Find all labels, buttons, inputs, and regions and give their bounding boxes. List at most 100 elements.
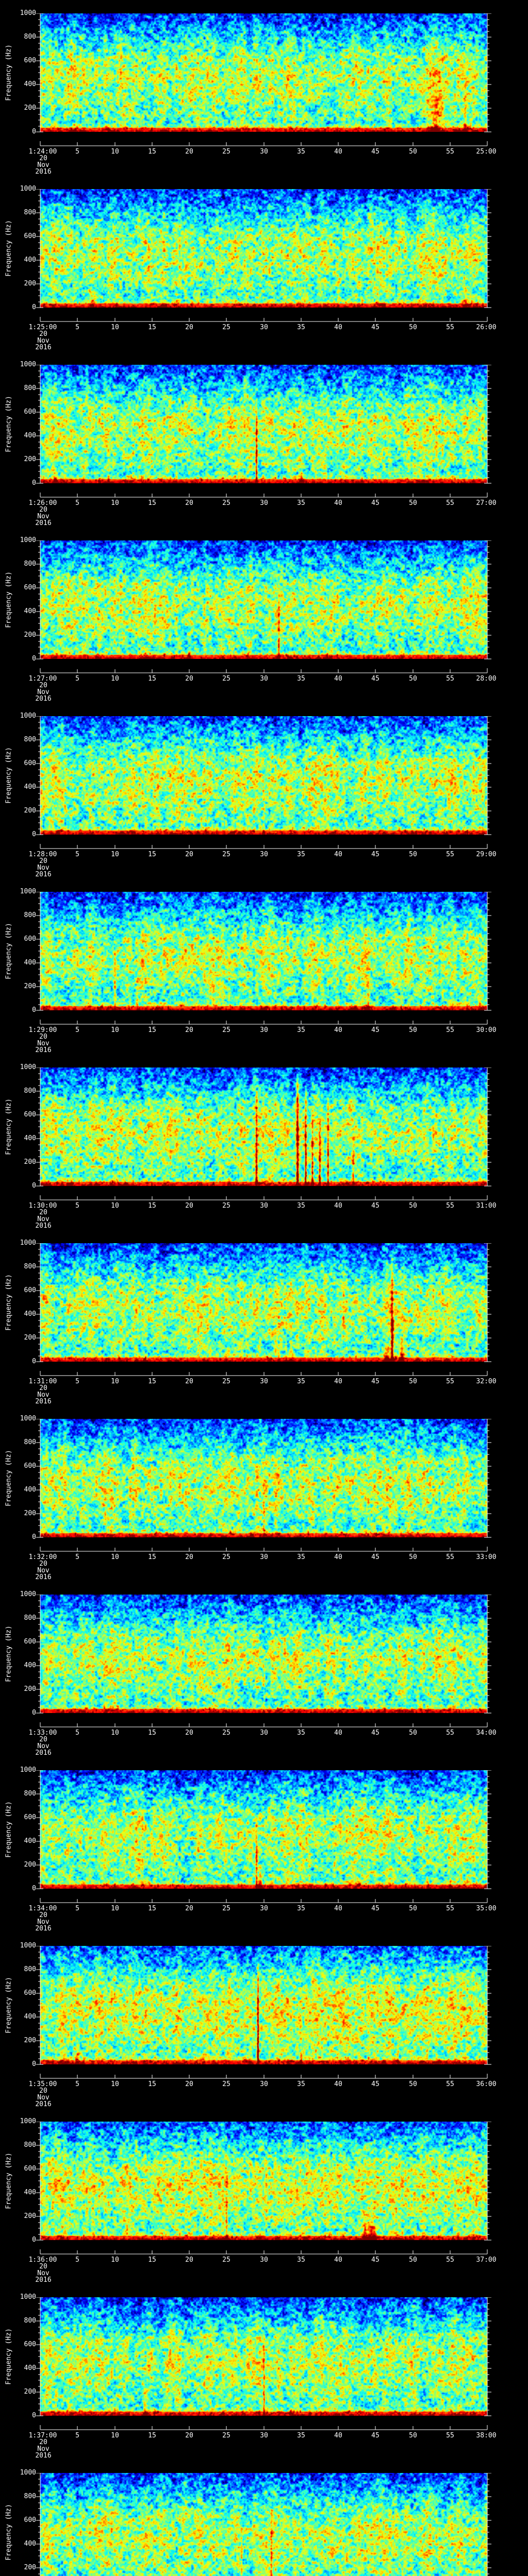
x-tick-label: 55 bbox=[446, 1026, 454, 1034]
x-tick-label: 40 bbox=[334, 1026, 342, 1034]
y-tick-label: 200 bbox=[24, 2388, 36, 2396]
x-tick-label: 10 bbox=[111, 148, 119, 156]
y-tick-label: 800 bbox=[24, 33, 36, 41]
x-tick-label: 55 bbox=[446, 1905, 454, 1912]
spectrogram-canvas bbox=[40, 2473, 487, 2576]
y-tick-label: 600 bbox=[24, 2165, 36, 2173]
x-tick-label: 30 bbox=[260, 2080, 268, 2088]
y-tick-label: 800 bbox=[24, 384, 36, 392]
x-tick-label: 40 bbox=[334, 1378, 342, 1385]
y-tick-label: 0 bbox=[32, 2236, 36, 2244]
x-axis-date-line: 2016 bbox=[35, 1046, 52, 1054]
x-tick-label: 45 bbox=[371, 2432, 380, 2439]
x-axis-date-line: 2016 bbox=[35, 1573, 52, 1581]
x-axis-date-line: 2016 bbox=[35, 1398, 52, 1405]
y-tick-label: 800 bbox=[24, 2493, 36, 2500]
spectrogram-canvas bbox=[40, 1595, 487, 1713]
x-tick-label: 40 bbox=[334, 2080, 342, 2088]
x-axis-end-time: 36:00 bbox=[476, 2080, 497, 2088]
x-tick-label: 10 bbox=[111, 499, 119, 507]
x-tick-label: 25 bbox=[222, 1202, 230, 1210]
x-tick-label: 35 bbox=[297, 1026, 305, 1034]
x-tick-label: 40 bbox=[334, 2256, 342, 2264]
y-tick-label: 1000 bbox=[20, 712, 36, 720]
x-axis-date-line: 2016 bbox=[35, 2276, 52, 2284]
spectrogram-panel: Frequency (Hz) 1000 800 600 400 200 0 1:25:00 5 1… bbox=[0, 185, 528, 365]
x-tick-label: 10 bbox=[111, 1729, 119, 1737]
x-axis-date-line: 2016 bbox=[35, 2452, 52, 2460]
x-tick-label: 30 bbox=[260, 1202, 268, 1210]
x-tick-label: 15 bbox=[148, 1905, 156, 1912]
x-axis-end-time: 38:00 bbox=[476, 2432, 497, 2439]
x-tick-label: 15 bbox=[148, 851, 156, 858]
x-tick-label: 20 bbox=[185, 148, 193, 156]
x-tick-label: 50 bbox=[409, 675, 417, 683]
y-axis-title: Frequency (Hz) bbox=[5, 2153, 13, 2209]
x-tick-label: 55 bbox=[446, 2080, 454, 2088]
x-tick-label: 45 bbox=[371, 499, 380, 507]
x-tick-label: 25 bbox=[222, 1905, 230, 1912]
spectrogram-canvas bbox=[40, 1067, 487, 1186]
x-tick-label: 30 bbox=[260, 1729, 268, 1737]
x-axis-date-line: 2016 bbox=[35, 871, 52, 878]
x-tick-label: 45 bbox=[371, 2080, 380, 2088]
x-tick-label: 25 bbox=[222, 1729, 230, 1737]
spectrogram-canvas bbox=[40, 716, 487, 835]
y-tick-label: 1000 bbox=[20, 2293, 36, 2301]
y-tick-label: 0 bbox=[32, 128, 36, 135]
x-tick-label: 15 bbox=[148, 2256, 156, 2264]
spectrogram-panel: Frequency (Hz) 1000 800 600 400 200 0 1:37:00 5 1… bbox=[0, 2293, 528, 2473]
y-tick-label: 800 bbox=[24, 2141, 36, 2149]
x-tick-label: 5 bbox=[75, 675, 79, 683]
x-tick-label: 40 bbox=[334, 2432, 342, 2439]
x-tick-label: 5 bbox=[75, 499, 79, 507]
y-tick-label: 1000 bbox=[20, 185, 36, 193]
y-tick-label: 1000 bbox=[20, 888, 36, 895]
y-tick-label: 1000 bbox=[20, 1063, 36, 1071]
y-tick-label: 600 bbox=[24, 1814, 36, 1821]
spectrogram-panel: Frequency (Hz) 1000 800 600 400 200 0 1:29:00 5 1… bbox=[0, 888, 528, 1067]
y-tick-label: 800 bbox=[24, 1614, 36, 1622]
x-tick-label: 25 bbox=[222, 675, 230, 683]
x-tick-label: 5 bbox=[75, 324, 79, 331]
x-tick-label: 40 bbox=[334, 324, 342, 331]
x-tick-label: 45 bbox=[371, 675, 380, 683]
x-tick-label: 35 bbox=[297, 1905, 305, 1912]
y-tick-label: 1000 bbox=[20, 1590, 36, 1598]
spectrogram-panel: Frequency (Hz) 1000 800 600 400 200 0 1:35:00 5 1… bbox=[0, 1942, 528, 2122]
y-tick-label: 0 bbox=[32, 2412, 36, 2419]
y-tick-label: 400 bbox=[24, 2013, 36, 2021]
y-tick-label: 200 bbox=[24, 1158, 36, 1166]
x-tick-label: 50 bbox=[409, 1378, 417, 1385]
y-tick-label: 800 bbox=[24, 1965, 36, 1973]
y-tick-label: 800 bbox=[24, 911, 36, 919]
x-tick-label: 30 bbox=[260, 2256, 268, 2264]
spectrogram-panel: Frequency (Hz) 1000 800 600 400 200 0 1:26:00 5 1… bbox=[0, 361, 528, 540]
x-tick-label: 30 bbox=[260, 1378, 268, 1385]
x-axis-end-time: 27:00 bbox=[476, 499, 497, 507]
y-tick-label: 200 bbox=[24, 2037, 36, 2044]
x-tick-label: 35 bbox=[297, 148, 305, 156]
x-axis-date-line: 2016 bbox=[35, 1222, 52, 1230]
x-tick-label: 5 bbox=[75, 1026, 79, 1034]
x-axis-date-line: 2016 bbox=[35, 1749, 52, 1757]
x-axis-date-line: 2016 bbox=[35, 168, 52, 176]
spectrogram-canvas bbox=[40, 2297, 487, 2416]
y-tick-label: 1000 bbox=[20, 9, 36, 17]
spectrogram-panel: Frequency (Hz) 1000 800 600 400 200 0 1:36:00 5 1… bbox=[0, 2118, 528, 2297]
x-tick-label: 5 bbox=[75, 1553, 79, 1561]
y-tick-label: 400 bbox=[24, 432, 36, 439]
y-tick-label: 1000 bbox=[20, 1415, 36, 1422]
x-tick-label: 30 bbox=[260, 851, 268, 858]
y-tick-label: 600 bbox=[24, 1286, 36, 1294]
x-axis-date-line: 2016 bbox=[35, 519, 52, 527]
y-axis-title: Frequency (Hz) bbox=[5, 220, 13, 277]
y-tick-label: 800 bbox=[24, 736, 36, 743]
y-tick-label: 1000 bbox=[20, 1766, 36, 1774]
y-tick-label: 600 bbox=[24, 935, 36, 943]
y-tick-label: 600 bbox=[24, 2516, 36, 2524]
x-tick-label: 30 bbox=[260, 148, 268, 156]
x-tick-label: 20 bbox=[185, 1553, 193, 1561]
y-tick-label: 0 bbox=[32, 1006, 36, 1014]
y-axis-title: Frequency (Hz) bbox=[5, 1625, 13, 1682]
